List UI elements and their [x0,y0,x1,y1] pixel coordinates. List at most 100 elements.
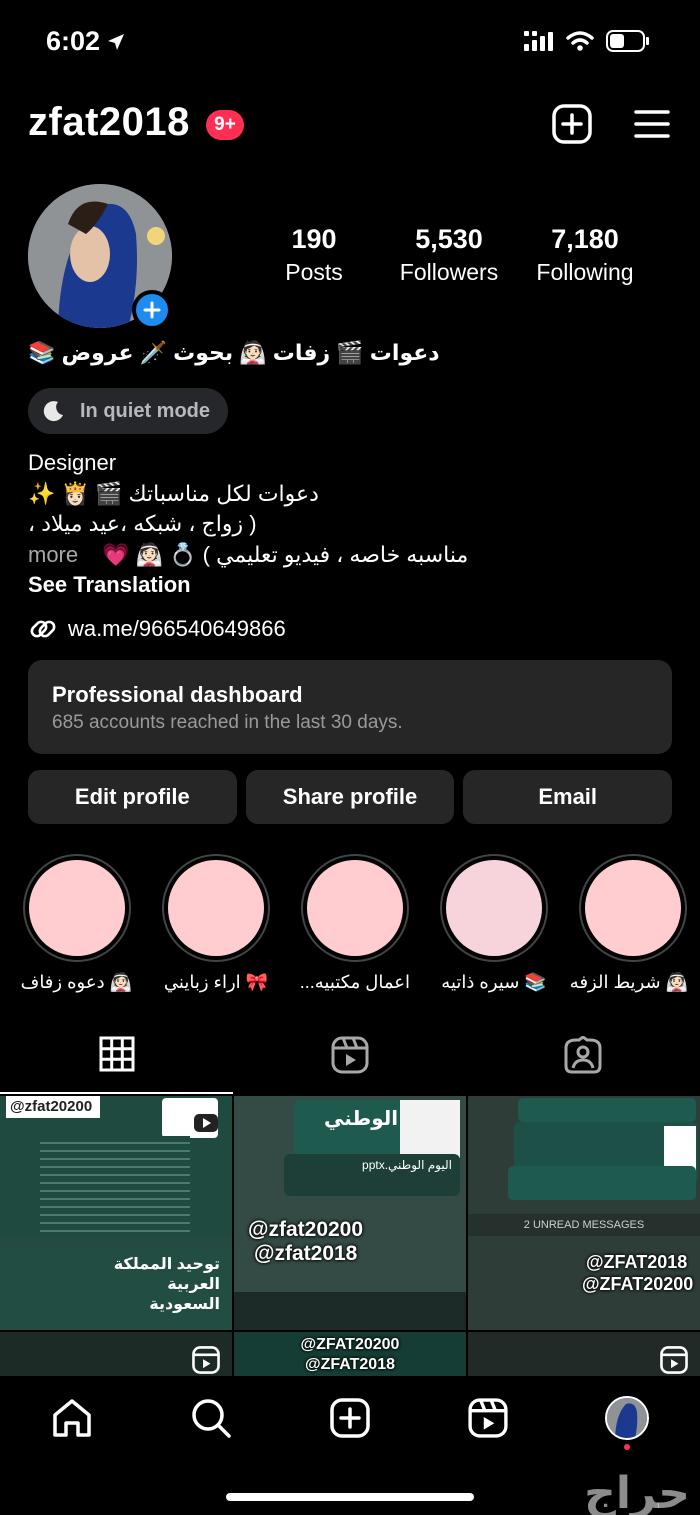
post-watermark: @ZFAT20200 [300,1336,400,1353]
edit-profile-button[interactable]: Edit profile [28,770,237,824]
link-icon [30,620,56,638]
profile-notification-dot [624,1444,630,1450]
bio-more-link[interactable]: more [28,540,78,571]
post-watermark: @ZFAT2018 [305,1356,395,1373]
hamburger-menu-icon [634,110,670,138]
bio-line-4-row: more مناسبه خاصه ، فيديو تعليمي ) 💍 👰🏻 💗 [28,540,672,571]
email-button[interactable]: Email [463,770,673,824]
reel-badge-icon [192,1346,220,1374]
tab-reels[interactable] [233,1030,466,1094]
post-bubble [518,1098,696,1122]
post-watermark: @zfat20200 [10,1098,93,1115]
highlight-item[interactable]: 📚 سيره ذاتيه [439,854,549,993]
post-thumbnail[interactable]: اليوم الوطني اليوم الوطني.pptx @zfat2020… [234,1096,466,1330]
highlight-item[interactable]: 👰🏻 دعوه زفاف [20,854,132,993]
highlight-ring [440,854,548,962]
post-bubble [508,1166,696,1200]
bio-line-2: دعوات لكل مناسباتك 🎬 👸🏻 ✨ [28,480,319,506]
reels-icon [468,1398,508,1438]
following-label: Following [536,259,634,285]
status-icons [524,30,650,52]
nav-search[interactable] [189,1396,233,1440]
post-caption: توحيد المملكة العربية السعودية [113,1256,220,1313]
menu-button[interactable] [630,102,674,146]
post-thumbnail[interactable]: @zfat20200 توحيد المملكة العربية السعودي… [0,1096,232,1330]
post-thumbnail[interactable] [468,1332,700,1376]
post-thumbnail[interactable]: @ZFAT20200 @ZFAT2018 [234,1332,466,1376]
posts-stat[interactable]: 190 Posts [274,224,354,286]
play-icon [194,1114,218,1132]
highlight-cover [168,860,264,956]
highlight-ring [162,854,270,962]
highlight-ring [301,854,409,962]
highlight-label: 👰🏻 دعوه زفاف [20,972,132,992]
dashboard-subtitle: 685 accounts reached in the last 30 days… [52,712,403,733]
post-thumbnail[interactable]: 2 UNREAD MESSAGES @ZFAT2018 @ZFAT20200 [468,1096,700,1330]
profile-actions: Edit profile Share profile Email [28,770,673,824]
following-stat[interactable]: 7,180 Following [530,224,640,286]
see-translation-link[interactable]: See Translation [28,570,672,601]
posts-label: Posts [285,259,343,285]
highlight-cover [29,860,125,956]
bio-link[interactable]: wa.me/966540649866 [28,614,286,644]
create-post-button[interactable] [550,102,594,146]
home-indicator[interactable] [226,1493,474,1501]
display-name: دعوات 🎬 زفات 👰🏻 بحوث 🗡️ عروض 📚 [28,340,440,365]
post-watermark: @ZFAT20200 [582,1274,694,1294]
highlight-item[interactable]: 🎀 اراء زبايني [161,854,271,993]
post-file-bubble: اليوم الوطني.pptx [284,1154,460,1196]
home-icon [53,1399,91,1437]
posts-count: 190 [291,224,337,254]
quiet-mode-pill[interactable]: In quiet mode [28,388,228,434]
highlight-item[interactable]: 👰🏻 شريط الزفه [570,854,688,993]
grid-icon [99,1036,134,1072]
plus-icon [143,301,161,319]
tab-posts-grid[interactable] [0,1030,233,1094]
nav-profile[interactable] [605,1396,649,1440]
profile-header: zfat2018 9+ [28,96,672,152]
post-footer [234,1292,466,1330]
tab-tagged[interactable] [466,1030,699,1094]
highlight-cover [585,860,681,956]
site-watermark: حراج [584,1469,690,1515]
profile-summary: 190 Posts 5,530 Followers 7,180 Followin… [28,184,672,334]
post-thumbnail[interactable] [0,1332,232,1376]
quiet-mode-label: In quiet mode [80,399,210,422]
highlight-cover [446,860,542,956]
highlight-ring [579,854,687,962]
location-arrow-icon [108,33,125,50]
status-time: 6:02 [46,26,126,57]
nav-reels[interactable] [466,1396,510,1440]
battery-icon [606,30,649,52]
story-highlights: 👰🏻 شريط الزفه 📚 سيره ذاتيه اعمال مكتبيه.… [0,854,700,1004]
plus-square-icon [330,1398,370,1438]
highlight-label: 🎀 اراء زبايني [163,972,269,992]
add-story-button[interactable] [132,290,172,330]
highlight-item[interactable]: اعمال مكتبيه... [300,854,410,993]
followers-count: 5,530 [415,224,483,254]
reels-icon [331,1036,368,1074]
content-tabs [0,1030,700,1094]
share-profile-button[interactable]: Share profile [245,770,455,824]
profile-avatar-small [605,1396,649,1440]
highlight-ring [23,854,131,962]
post-watermark: @zfat20200 [248,1218,364,1241]
highlight-label: 📚 سيره ذاتيه [441,972,547,992]
following-count: 7,180 [551,224,619,254]
username-title[interactable]: zfat2018 [28,100,190,145]
nav-create[interactable] [328,1396,372,1440]
active-tab-indicator [0,1092,233,1094]
dashboard-title: Professional dashboard [52,682,303,707]
search-icon [192,1399,231,1438]
highlight-cover [307,860,403,956]
nav-home[interactable] [50,1396,94,1440]
bio-line-4: مناسبه خاصه ، فيديو تعليمي ) 💍 👰🏻 💗 [102,541,469,567]
posts-grid: @zfat20200 توحيد المملكة العربية السعودي… [0,1096,700,1376]
notification-badge[interactable]: 9+ [206,110,244,140]
post-watermark: @zfat2018 [254,1242,358,1265]
bio-link-text: wa.me/966540649866 [68,616,286,641]
followers-stat[interactable]: 5,530 Followers [394,224,504,286]
professional-dashboard-card[interactable]: Professional dashboard 685 accounts reac… [28,660,672,754]
followers-label: Followers [399,259,499,285]
highlight-label: اعمال مكتبيه... [299,972,410,992]
